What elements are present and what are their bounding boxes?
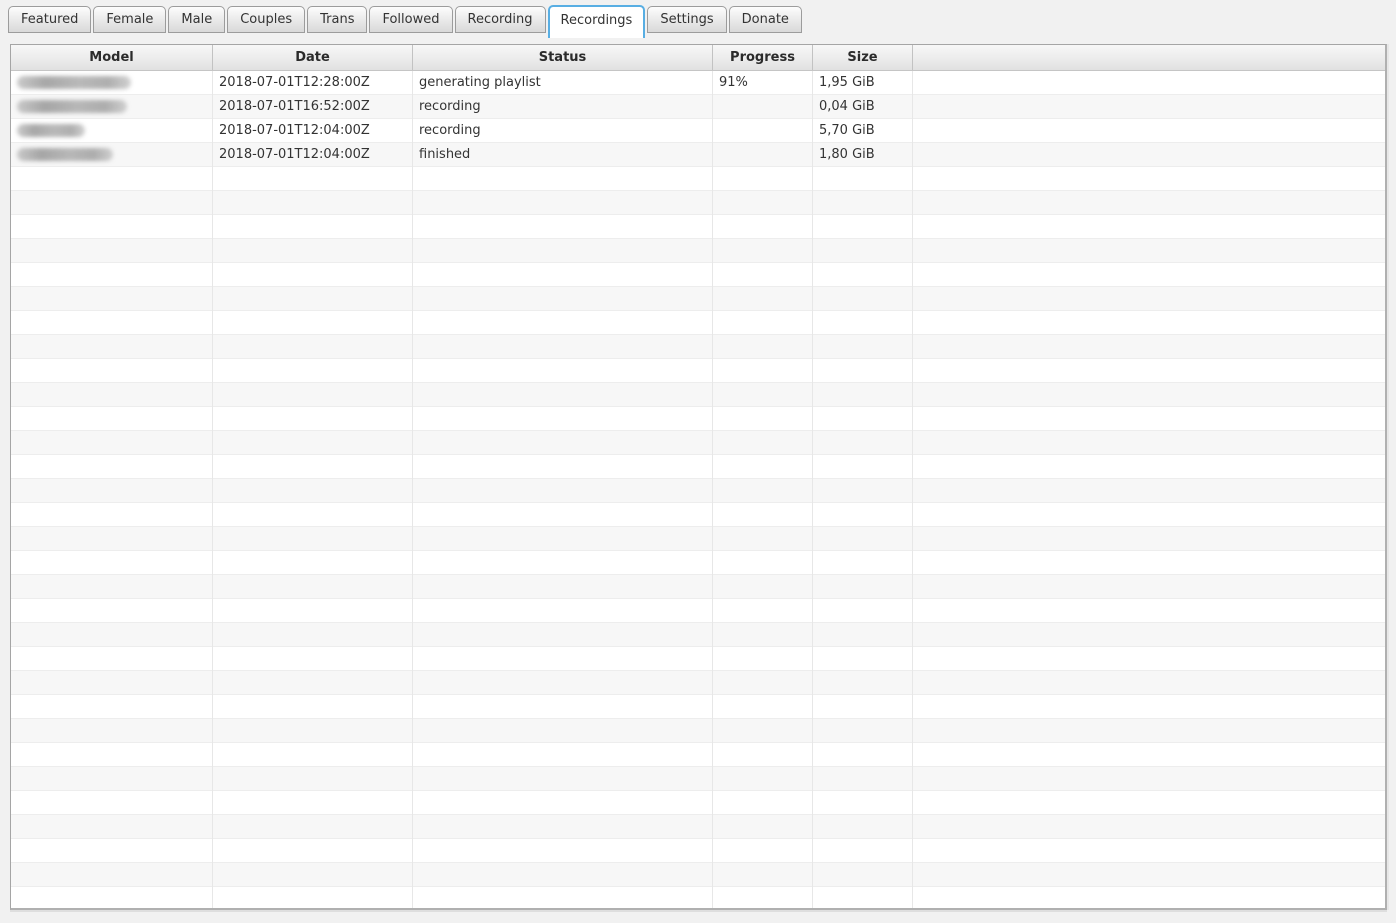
app-window: Featured Female Male Couples Trans Follo… <box>0 0 1396 923</box>
tab-label: Followed <box>382 12 439 27</box>
column-header-size[interactable]: Size <box>813 45 913 70</box>
tab-male[interactable]: Male <box>168 6 225 33</box>
cell-size: 5,70 GiB <box>813 119 913 143</box>
cell-status: generating playlist <box>413 71 713 95</box>
table-row[interactable]: 2018-07-01T16:52:00Z recording 0,04 GiB <box>11 95 1385 119</box>
tab-followed[interactable]: Followed <box>369 6 452 33</box>
tab-female[interactable]: Female <box>93 6 166 33</box>
cell-progress: 91% <box>713 71 813 95</box>
cell-size: 1,80 GiB <box>813 143 913 167</box>
tab-bar: Featured Female Male Couples Trans Follo… <box>8 5 804 33</box>
tab-recordings[interactable]: Recordings <box>548 5 646 38</box>
cell-model <box>11 95 213 119</box>
redacted-model-blur <box>17 124 85 137</box>
column-header-status[interactable]: Status <box>413 45 713 70</box>
table-body: 2018-07-01T12:28:00Z generating playlist… <box>11 71 1385 908</box>
column-header-date[interactable]: Date <box>213 45 413 70</box>
table-rows: 2018-07-01T12:28:00Z generating playlist… <box>11 71 1385 167</box>
cell-filler <box>913 71 1385 95</box>
redacted-model-blur <box>17 100 127 113</box>
cell-date: 2018-07-01T12:04:00Z <box>213 119 413 143</box>
redacted-model-blur <box>17 76 131 89</box>
tab-label: Recordings <box>561 13 633 28</box>
tab-label: Recording <box>468 12 533 27</box>
column-gridline <box>712 71 713 908</box>
cell-filler <box>913 143 1385 167</box>
tab-label: Female <box>106 12 153 27</box>
cell-date: 2018-07-01T12:04:00Z <box>213 143 413 167</box>
column-header-filler[interactable] <box>913 45 1385 70</box>
cell-progress <box>713 119 813 143</box>
cell-size: 1,95 GiB <box>813 71 913 95</box>
cell-status: recording <box>413 95 713 119</box>
cell-date: 2018-07-01T16:52:00Z <box>213 95 413 119</box>
tab-label: Couples <box>240 12 292 27</box>
cell-date: 2018-07-01T12:28:00Z <box>213 71 413 95</box>
column-gridline <box>212 71 213 908</box>
column-header-model[interactable]: Model <box>11 45 213 70</box>
cell-status: finished <box>413 143 713 167</box>
cell-filler <box>913 119 1385 143</box>
table-row[interactable]: 2018-07-01T12:04:00Z recording 5,70 GiB <box>11 119 1385 143</box>
column-gridline <box>412 71 413 908</box>
cell-progress <box>713 143 813 167</box>
recordings-table: ModelDateStatusProgressSize 2018-07-01T1… <box>10 44 1387 910</box>
tab-label: Trans <box>320 12 354 27</box>
tab-donate[interactable]: Donate <box>729 6 802 33</box>
cell-progress <box>713 95 813 119</box>
column-gridline <box>912 71 913 908</box>
tab-label: Male <box>181 12 212 27</box>
cell-model <box>11 119 213 143</box>
tab-featured[interactable]: Featured <box>8 6 91 33</box>
tab-label: Settings <box>660 12 713 27</box>
tab-couples[interactable]: Couples <box>227 6 305 33</box>
table-row[interactable]: 2018-07-01T12:28:00Z generating playlist… <box>11 71 1385 95</box>
cell-filler <box>913 95 1385 119</box>
table-header: ModelDateStatusProgressSize <box>11 45 1385 71</box>
tab-trans[interactable]: Trans <box>307 6 367 33</box>
tab-settings[interactable]: Settings <box>647 6 726 33</box>
column-header-progress[interactable]: Progress <box>713 45 813 70</box>
cell-model <box>11 143 213 167</box>
cell-model <box>11 71 213 95</box>
column-gridline <box>812 71 813 908</box>
tab-label: Featured <box>21 12 78 27</box>
cell-status: recording <box>413 119 713 143</box>
tab-recording[interactable]: Recording <box>455 6 546 33</box>
empty-rows-striping <box>11 71 1385 887</box>
cell-size: 0,04 GiB <box>813 95 913 119</box>
table-row[interactable]: 2018-07-01T12:04:00Z finished 1,80 GiB <box>11 143 1385 167</box>
tab-label: Donate <box>742 12 789 27</box>
redacted-model-blur <box>17 148 113 161</box>
